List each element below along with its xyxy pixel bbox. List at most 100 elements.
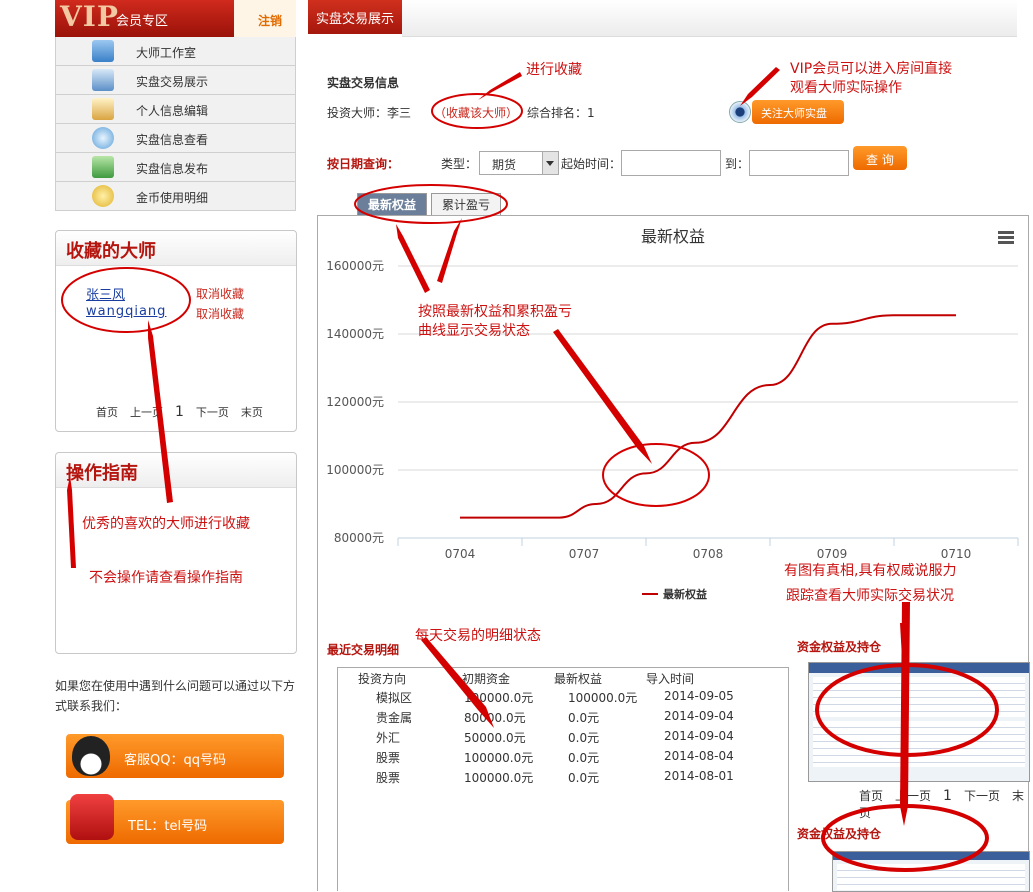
annotation-fav-master: 优秀的喜欢的大师进行收藏 [82,516,250,532]
tel-button[interactable]: TEL：tel号码 [66,794,284,844]
favorite-master-link[interactable]: wangqiang [86,304,166,319]
edit-icon [92,98,114,120]
table-cell: 模拟区 [376,691,413,705]
favorite-master-button[interactable]: （收藏该大师） [434,104,518,121]
favorite-master-link[interactable]: 张三风 [86,284,125,303]
sidebar-item-profile-edit[interactable]: 个人信息编辑 [55,95,296,124]
table-cell: 2014-08-01 [664,769,734,783]
table-cell: 0.0元 [568,731,600,745]
type-select-value: 期货 [492,158,517,172]
sidebar-item-label: 实盘信息查看 [136,133,209,147]
logout-button[interactable]: 注销 [234,0,296,37]
pager-first[interactable]: 首页 [96,406,118,419]
annotation-vip-2: 观看大师实际操作 [790,80,902,96]
holdings-title-2: 资金权益及持仓 [797,827,882,841]
start-date-input[interactable] [621,150,721,176]
vip-title: 会员专区 [116,14,169,29]
table-cell: 股票 [376,751,401,765]
table-cell: 2014-09-05 [664,689,734,703]
trades-table: 投资方向 初期资金 最新权益 导入时间 模拟区 100000.0元 100000.0… [337,667,789,891]
table-cell: 0.0元 [568,711,600,725]
annotation-curve-2: 曲线显示交易状态 [418,323,530,339]
type-label: 类型： [441,157,478,171]
x-tick-label: 0708 [693,547,724,561]
holdings-screenshot-thumb[interactable] [808,662,1030,782]
annotation-vip-1: VIP会员可以进入房间直接 [790,61,953,77]
pager-current: 1 [175,404,184,420]
holdings-title: 资金权益及持仓 [797,640,882,654]
y-tick-label: 80000元 [334,531,384,545]
vip-logo: VIP [60,0,119,33]
tab-label: 实盘交易展示 [316,12,395,27]
rank-text: 综合排名：1 [527,106,595,120]
table-header: 投资方向 初期资金 最新权益 导入时间 [358,670,778,690]
table-cell: 100000.0元 [464,691,534,705]
table-cell: 2014-09-04 [664,729,734,743]
contact-text: 如果您在使用中遇到什么问题可以通过以下方式联系我们： [55,679,296,713]
col-header: 初期资金 [462,672,511,686]
logout-label: 注销 [258,14,283,28]
upload-icon [92,156,114,178]
annotation-proof-1: 有图有真相,具有权威说服力 [784,563,957,579]
coins-icon [92,185,114,207]
follow-label: 关注大师实盘 [761,107,827,120]
chevron-down-icon [542,152,558,174]
sidebar-item-studio[interactable]: 大师工作室 [55,37,296,66]
favorites-pager: 首页 上一页 1 下一页 末页 [96,404,275,420]
chart-legend[interactable]: 最新权益 [642,587,707,601]
tab-trading-show[interactable]: 实盘交易展示 [308,0,402,34]
trades-title: 最近交易明细 [327,643,400,657]
y-tick-label: 160000元 [326,259,384,273]
table-cell: 100000.0元 [464,751,534,765]
chart-icon [92,69,114,91]
table-cell: 外汇 [376,731,401,745]
favorites-title: 收藏的大师 [66,241,156,262]
guide-panel: 操作指南 [55,452,297,654]
top-bar [402,0,1017,37]
pager-next[interactable]: 下一页 [196,406,229,419]
cancel-favorite-link[interactable]: 取消收藏 [196,305,244,322]
y-tick-label: 100000元 [326,463,384,477]
pager-last[interactable]: 末页 [241,406,263,419]
table-cell: 0.0元 [568,771,600,785]
table-cell: 2014-08-04 [664,749,734,763]
table-cell: 股票 [376,771,401,785]
query-button[interactable]: 查 询 [853,146,907,170]
legend-label: 最新权益 [663,587,707,601]
date-query-label: 按日期查询： [327,157,400,171]
pager-first[interactable]: 首页 [859,789,883,803]
end-date-input[interactable] [749,150,849,176]
pager-next[interactable]: 下一页 [964,789,1000,803]
annotation-curve-1: 按照最新权益和累积盈亏 [418,304,572,320]
pager-prev[interactable]: 上一页 [130,406,163,419]
sidebar-item-info-view[interactable]: 实盘信息查看 [55,124,296,153]
guide-title: 操作指南 [66,463,138,484]
tab-latest-equity[interactable]: 最新权益 [357,193,427,217]
series-line-latest-equity [460,314,956,519]
hamburger-menu-icon[interactable] [998,231,1014,244]
qq-label: 客服QQ：qq号码 [124,753,226,768]
section-title: 实盘交易信息 [327,76,400,90]
col-header: 最新权益 [554,672,603,686]
sidebar-item-label: 金币使用明细 [136,191,209,205]
y-tick-label: 120000元 [326,395,384,409]
cancel-favorite-link[interactable]: 取消收藏 [196,285,244,302]
type-select[interactable]: 期货 [479,151,559,175]
holdings-screenshot-thumb-2[interactable] [832,851,1030,892]
chart-title: 最新权益 [641,227,705,246]
tab-cumulative-pnl[interactable]: 累计盈亏 [431,193,501,217]
pager-current: 1 [943,788,952,804]
table-row: 外汇 50000.0元 0.0元 2014-09-04 [358,729,778,749]
table-row: 股票 100000.0元 0.0元 2014-08-01 [358,769,778,789]
sidebar-item-trading-show[interactable]: 实盘交易展示 [55,66,296,95]
col-header: 投资方向 [358,672,407,686]
sidebar-item-coins[interactable]: 金币使用明细 [55,182,296,211]
follow-master-button[interactable]: 关注大师实盘 [752,100,844,124]
sidebar-item-info-publish[interactable]: 实盘信息发布 [55,153,296,182]
favorites-panel: 收藏的大师 [55,230,297,432]
qq-service-button[interactable]: 客服QQ：qq号码 [66,734,284,778]
pager-prev[interactable]: 上一页 [895,789,931,803]
camera-icon [729,101,751,123]
sidebar-menu: 大师工作室 实盘交易展示 个人信息编辑 实盘信息查看 实盘信息发布 金币使用明细 [55,37,296,211]
table-cell: 贵金属 [376,711,413,725]
